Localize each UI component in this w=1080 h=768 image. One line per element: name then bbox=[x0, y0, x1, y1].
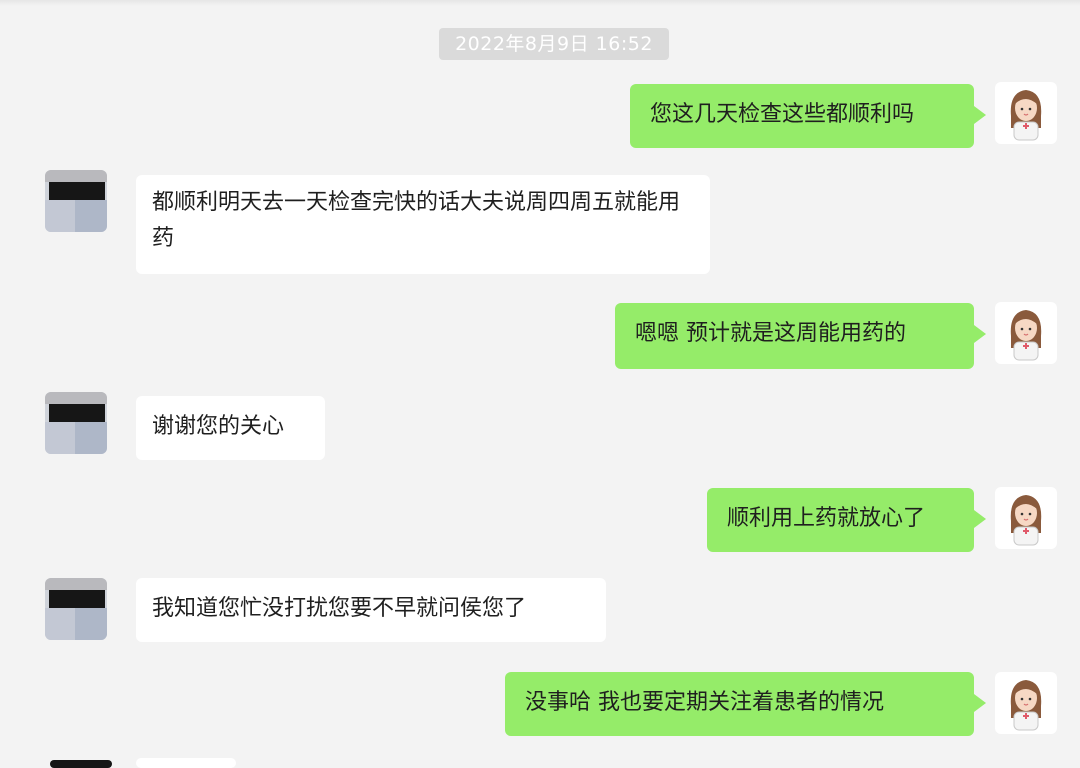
self-avatar-icon[interactable] bbox=[995, 487, 1057, 549]
self-avatar-icon[interactable] bbox=[995, 82, 1057, 144]
outgoing-message-bubble[interactable]: 顺利用上药就放心了 bbox=[707, 488, 986, 552]
self-avatar-icon[interactable] bbox=[995, 672, 1057, 734]
chat-window: 2022年8月9日 16:52 您这几天检查这些都顺利吗 都顺利明天去一天检查完… bbox=[0, 0, 1080, 768]
message-text: 谢谢您的关心 bbox=[152, 414, 285, 439]
message-text: 嗯嗯 预计就是这周能用药的 bbox=[635, 321, 906, 346]
outgoing-message-bubble[interactable]: 您这几天检查这些都顺利吗 bbox=[630, 84, 986, 148]
other-avatar-icon[interactable] bbox=[45, 392, 107, 454]
top-divider bbox=[0, 0, 1080, 6]
incoming-message-bubble[interactable]: 我知道您忙没打扰您要不早就问侯您了 bbox=[136, 578, 606, 642]
message-text: 没事哈 我也要定期关注着患者的情况 bbox=[525, 690, 884, 715]
message-text: 您这几天检查这些都顺利吗 bbox=[650, 102, 915, 127]
message-timestamp: 2022年8月9日 16:52 bbox=[439, 28, 669, 60]
incoming-message-bubble[interactable]: 谢谢您的关心 bbox=[136, 396, 325, 460]
message-text: 顺利用上药就放心了 bbox=[727, 506, 926, 531]
incoming-message-bubble[interactable]: 都顺利明天去一天检查完快的话大夫说周四周五就能用药 bbox=[136, 175, 710, 274]
message-text: 都顺利明天去一天检查完快的话大夫说周四周五就能用药 bbox=[152, 190, 681, 251]
outgoing-message-bubble[interactable]: 嗯嗯 预计就是这周能用药的 bbox=[615, 303, 986, 369]
self-avatar-icon[interactable] bbox=[995, 302, 1057, 364]
message-text: 我知道您忙没打扰您要不早就问侯您了 bbox=[152, 596, 527, 621]
outgoing-message-bubble[interactable]: 没事哈 我也要定期关注着患者的情况 bbox=[505, 672, 986, 736]
other-avatar-icon[interactable] bbox=[50, 760, 112, 768]
other-avatar-icon[interactable] bbox=[45, 578, 107, 640]
other-avatar-icon[interactable] bbox=[45, 170, 107, 232]
incoming-message-bubble[interactable] bbox=[136, 758, 236, 768]
